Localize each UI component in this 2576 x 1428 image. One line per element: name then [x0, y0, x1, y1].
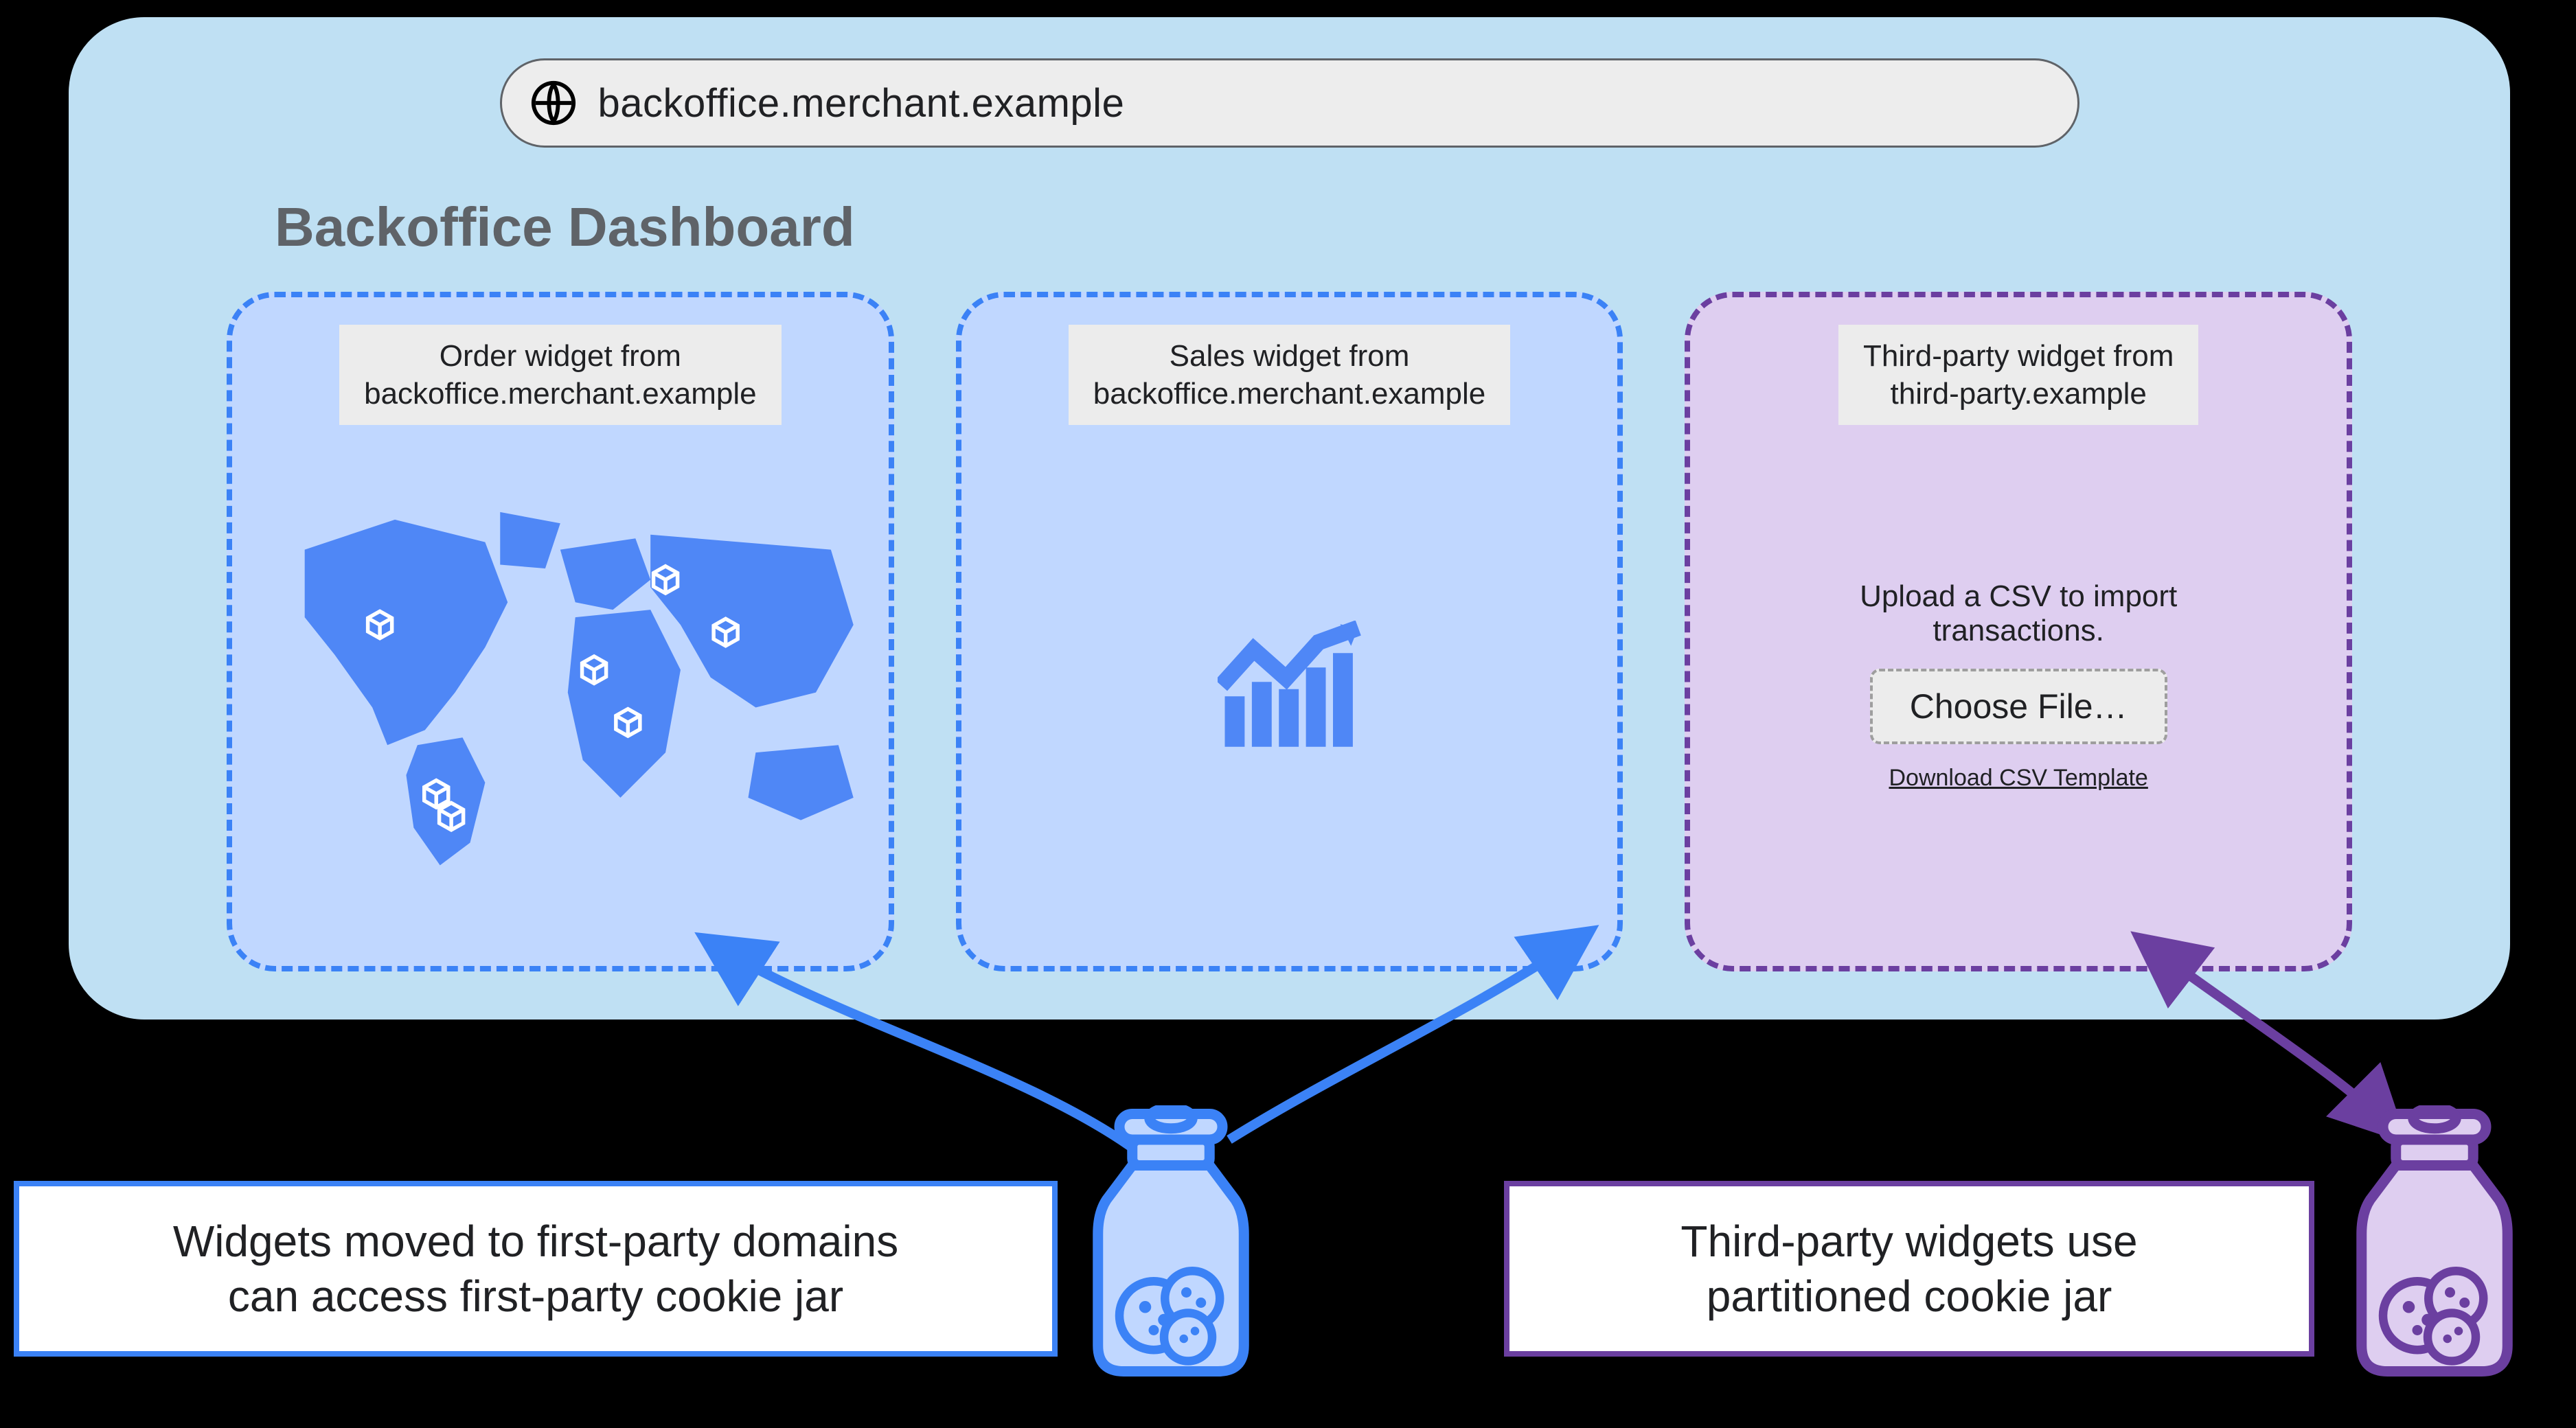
third-party-caption: Third-party widgets use partitioned cook… — [1504, 1181, 2314, 1357]
url-bar[interactable]: backoffice.merchant.example — [500, 58, 2079, 148]
first-party-cookie-jar-icon — [1085, 1105, 1257, 1383]
url-text: backoffice.merchant.example — [598, 80, 1125, 126]
globe-icon — [529, 79, 578, 127]
upload-prompt: Upload a CSV to import transactions. — [1860, 579, 2177, 648]
first-party-caption: Widgets moved to first-party domains can… — [14, 1181, 1058, 1357]
order-widget: Order widget from backoffice.merchant.ex… — [227, 292, 894, 971]
browser-window: backoffice.merchant.example Backoffice D… — [62, 10, 2517, 1026]
sales-widget: Sales widget from backoffice.merchant.ex… — [956, 292, 1623, 971]
page-title: Backoffice Dashboard — [275, 196, 855, 259]
third-party-widget-label: Third-party widget from third-party.exam… — [1838, 325, 2198, 425]
order-widget-label: Order widget from backoffice.merchant.ex… — [339, 325, 781, 425]
widgets-row: Order widget from backoffice.merchant.ex… — [227, 292, 2352, 971]
bar-chart-icon — [1187, 425, 1393, 945]
partitioned-cookie-jar-icon — [2349, 1105, 2520, 1383]
download-csv-template-link[interactable]: Download CSV Template — [1889, 765, 2147, 792]
choose-file-button[interactable]: Choose File… — [1870, 669, 2167, 744]
third-party-widget: Third-party widget from third-party.exam… — [1685, 292, 2352, 971]
sales-widget-label: Sales widget from backoffice.merchant.ex… — [1069, 325, 1510, 425]
world-map-icon — [260, 425, 861, 945]
